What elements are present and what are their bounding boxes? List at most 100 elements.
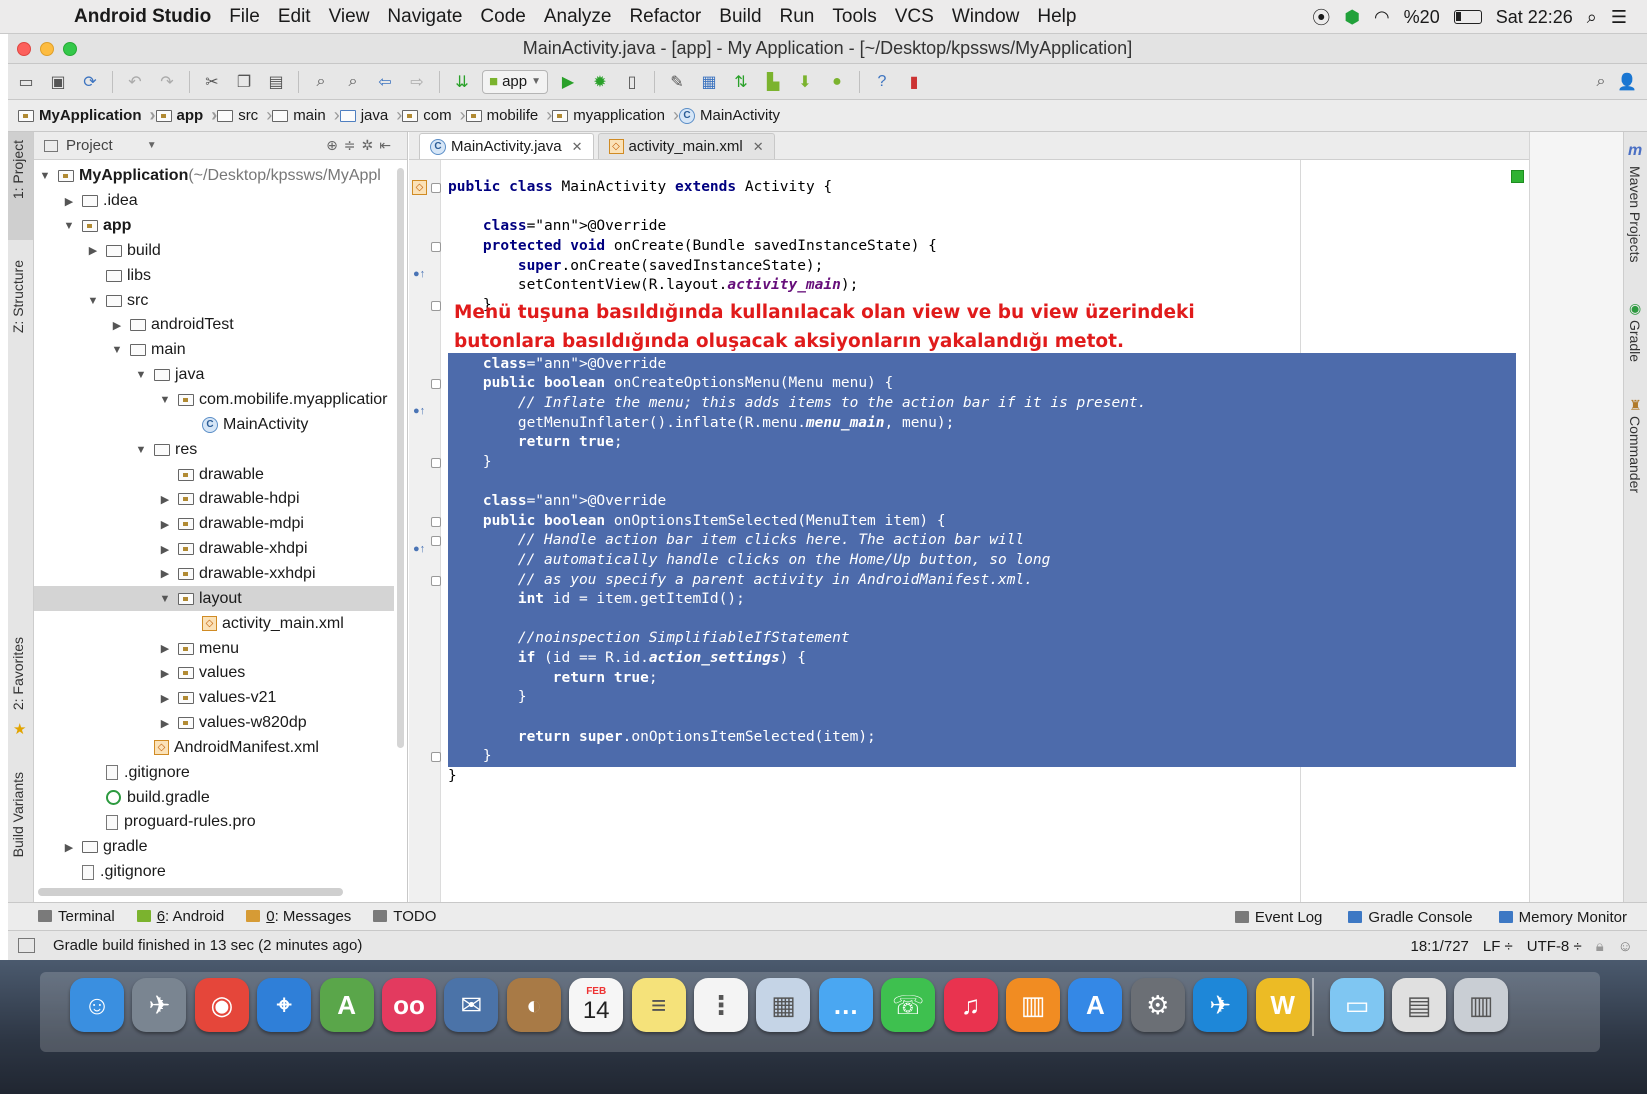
project-horizontal-scrollbar[interactable] — [38, 888, 343, 896]
wunderlist-icon[interactable]: W — [1255, 978, 1310, 1032]
notes-icon[interactable]: ≡ — [631, 978, 686, 1032]
scroll-from-source-icon[interactable]: ⊕ — [326, 137, 344, 153]
tree-item[interactable]: ▼ java — [34, 363, 394, 388]
launchpad-icon[interactable]: ✈ — [132, 978, 187, 1032]
menu-run[interactable]: Run — [780, 6, 815, 28]
breadcrumb-item-mainactivity[interactable]: C MainActivity — [678, 107, 790, 124]
copy-icon[interactable]: ❐ — [232, 70, 256, 94]
collapsed-arrow-icon[interactable]: ▶ — [158, 567, 172, 580]
ibooks-icon[interactable]: ▥ — [1006, 978, 1060, 1032]
tree-item[interactable]: ▶ androidTest — [34, 313, 394, 338]
run-icon[interactable]: ▶ — [556, 70, 580, 94]
tree-item[interactable]: .gitignore — [34, 760, 394, 785]
menu-view[interactable]: View — [329, 6, 370, 28]
tree-item[interactable]: drawable — [34, 462, 394, 487]
tool-messages[interactable]: 0: Messages — [246, 908, 351, 925]
notification-center-icon[interactable]: ☰ — [1611, 7, 1627, 28]
forward-icon[interactable]: ⇨ — [405, 70, 429, 94]
related-layout-icon[interactable]: ◇ — [412, 180, 427, 195]
hide-panel-icon[interactable]: ⇤ — [379, 137, 397, 153]
tool-memory-monitor[interactable]: Memory Monitor — [1498, 909, 1627, 926]
airmail-icon[interactable]: ✈ — [1193, 978, 1248, 1032]
fold-marker-icon[interactable] — [431, 457, 441, 468]
mail-icon[interactable]: ✉ — [444, 978, 499, 1032]
tree-item[interactable]: proguard-rules.pro — [34, 810, 394, 835]
tree-item[interactable]: ▼ src — [34, 288, 394, 313]
status-message[interactable]: Gradle build finished in 13 sec (2 minut… — [53, 937, 362, 954]
user-icon[interactable]: 👤 — [1615, 70, 1639, 94]
breadcrumb-item-app[interactable]: app — [155, 105, 217, 126]
expanded-arrow-icon[interactable]: ▼ — [62, 220, 76, 232]
breadcrumb-item-mobilife[interactable]: mobilife — [465, 105, 552, 126]
replace-icon[interactable]: ⌕ — [341, 70, 365, 94]
android-studio-icon[interactable]: A — [319, 978, 374, 1032]
breadcrumb-item-main[interactable]: main — [272, 105, 339, 126]
collapsed-arrow-icon[interactable]: ▶ — [62, 195, 76, 208]
project-vertical-scrollbar[interactable] — [397, 168, 404, 748]
expanded-arrow-icon[interactable]: ▼ — [134, 369, 148, 381]
attach-debugger-icon[interactable]: ▯ — [620, 70, 644, 94]
close-icon[interactable]: ✕ — [572, 139, 583, 155]
encoding-select[interactable]: UTF-8 ÷ — [1527, 938, 1582, 955]
tool-tab-commander[interactable]: Commander — [1627, 416, 1643, 493]
paste-icon[interactable]: ▤ — [264, 70, 288, 94]
redo-icon[interactable]: ↷ — [155, 70, 179, 94]
window-minimize-button[interactable] — [40, 41, 54, 56]
menu-build[interactable]: Build — [719, 6, 761, 28]
find-icon[interactable]: ⌕ — [309, 70, 333, 94]
tool-tab-maven-projects[interactable]: Maven Projects — [1627, 166, 1643, 262]
downloads-folder-icon[interactable]: ▭ — [1330, 978, 1384, 1032]
tree-item[interactable]: ▼ MyApplication (~/Desktop/kpssws/MyAppl — [34, 164, 394, 189]
tree-item[interactable]: libs — [34, 263, 394, 288]
project-structure-icon[interactable]: ▦ — [697, 70, 721, 94]
safari-icon[interactable]: ⌖ — [257, 978, 312, 1032]
tree-item[interactable]: ▼ com.mobilife.myapplicatior — [34, 388, 394, 413]
documents-stack-icon[interactable]: ▤ — [1392, 978, 1446, 1032]
fold-marker-icon[interactable] — [431, 536, 441, 547]
menu-refactor[interactable]: Refactor — [629, 6, 701, 28]
menu-navigate[interactable]: Navigate — [387, 6, 462, 28]
tree-item[interactable]: ▶ drawable-xxhdpi — [34, 562, 394, 587]
caret-position[interactable]: 18:1/727 — [1410, 938, 1468, 955]
tree-item[interactable]: build.gradle — [34, 785, 394, 810]
tree-item[interactable]: ▶ values-w820dp — [34, 711, 394, 736]
code-area[interactable]: public class MainActivity extends Activi… — [442, 160, 1529, 902]
menu-app-name[interactable]: Android Studio — [74, 6, 211, 28]
preview-icon[interactable]: ▦ — [756, 978, 811, 1032]
override-method-icon[interactable]: ●↑ — [413, 268, 425, 280]
collapsed-arrow-icon[interactable]: ▶ — [158, 667, 172, 680]
tree-item[interactable]: C MainActivity — [34, 413, 394, 438]
trash-icon[interactable]: ▥ — [1454, 978, 1508, 1032]
facetime-icon[interactable]: ☏ — [881, 978, 936, 1032]
ddms-icon[interactable]: ▮ — [902, 70, 926, 94]
sdk-manager-icon[interactable]: ⬇ — [793, 70, 817, 94]
tool-todo[interactable]: TODO — [373, 908, 436, 925]
collapsed-arrow-icon[interactable]: ▶ — [158, 493, 172, 506]
collapsed-arrow-icon[interactable]: ▶ — [110, 319, 124, 332]
collapsed-arrow-icon[interactable]: ▶ — [86, 244, 100, 257]
tool-tab-build-variants[interactable]: Build Variants — [10, 772, 26, 857]
expanded-arrow-icon[interactable]: ▼ — [38, 170, 52, 182]
tree-item[interactable]: ▶ build — [34, 239, 394, 264]
window-zoom-button[interactable] — [63, 41, 77, 56]
inspection-ok-icon[interactable] — [1511, 170, 1524, 183]
collapsed-arrow-icon[interactable]: ▶ — [158, 543, 172, 556]
menu-vcs[interactable]: VCS — [895, 6, 934, 28]
menubar-clock[interactable]: Sat 22:26 — [1496, 7, 1573, 28]
help-icon[interactable]: ? — [870, 70, 894, 94]
collapsed-arrow-icon[interactable]: ▶ — [158, 642, 172, 655]
spotlight-search-icon[interactable]: ⌕ — [1587, 7, 1597, 28]
debug-icon[interactable]: ✹ — [588, 70, 612, 94]
fold-marker-icon[interactable] — [431, 516, 441, 527]
project-view-select[interactable]: Project — [66, 137, 113, 154]
breadcrumb-item-com[interactable]: com — [402, 105, 466, 126]
fold-marker-icon[interactable] — [431, 300, 441, 311]
tool-android[interactable]: 6: Android — [136, 908, 224, 925]
shield-icon[interactable]: ⬢ — [1344, 7, 1360, 28]
fold-marker-icon[interactable] — [431, 379, 441, 390]
line-separator-select[interactable]: LF ÷ — [1483, 938, 1513, 955]
breadcrumb-item-myapplication[interactable]: MyApplication — [18, 105, 155, 126]
tree-item[interactable]: ▶ drawable-mdpi — [34, 512, 394, 537]
menu-edit[interactable]: Edit — [278, 6, 311, 28]
override-method-icon[interactable]: ●↑ — [413, 543, 425, 555]
